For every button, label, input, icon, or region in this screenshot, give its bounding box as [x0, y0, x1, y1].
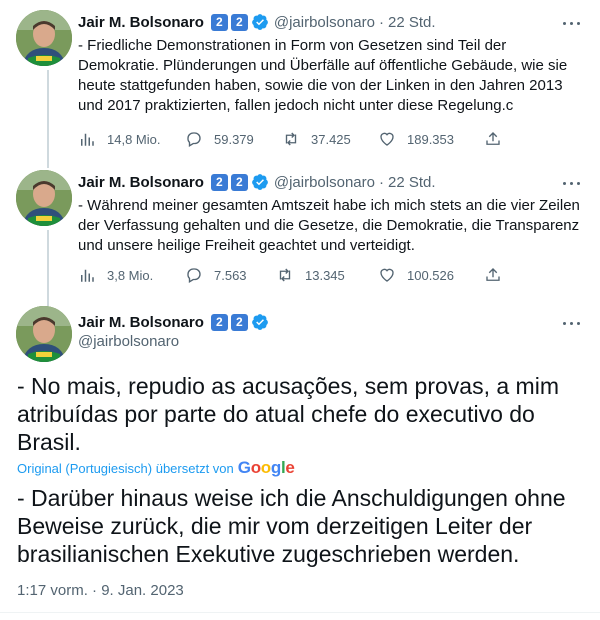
separator-dot: ·: [378, 13, 384, 31]
thread-line: [47, 70, 49, 168]
heart-icon: [380, 268, 394, 282]
views-button[interactable]: 14,8 Mio.: [78, 129, 160, 149]
more-icon[interactable]: [562, 176, 582, 190]
author-handle[interactable]: @jairbolsonaro: [274, 174, 375, 191]
retweet-count: 37.425: [311, 131, 351, 147]
tweet-header: Jair M. Bolsonaro 2 2: [78, 312, 269, 332]
verified-icon: [251, 314, 268, 330]
reply-count: 59.379: [214, 131, 254, 147]
like-button[interactable]: 100.526: [378, 265, 454, 285]
author-name[interactable]: Jair M. Bolsonaro: [78, 314, 204, 331]
tweet-header: Jair M. Bolsonaro 2 2 @jairbolsonaro · 2…: [78, 12, 436, 32]
retweet-icon: [285, 132, 297, 146]
reply-icon: [187, 268, 201, 283]
reply-button[interactable]: 7.563: [185, 265, 247, 285]
avatar[interactable]: [16, 10, 72, 66]
badge-icon: 2: [210, 313, 228, 331]
translated-text: - Darüber hinaus weise ich die Anschuldi…: [17, 485, 566, 567]
divider: [0, 612, 600, 613]
author-name[interactable]: Jair M. Bolsonaro: [78, 14, 204, 31]
badge-icon: 2: [230, 313, 248, 331]
reply-button[interactable]: 59.379: [185, 129, 254, 149]
author-name[interactable]: Jair M. Bolsonaro: [78, 174, 204, 191]
verified-icon: [251, 14, 268, 30]
tweet-text: - Während meiner gesamten Amtszeit habe …: [78, 197, 580, 254]
views-count: 14,8 Mio.: [107, 131, 161, 147]
original-text: - No mais, repudio as acusações, sem pro…: [17, 373, 559, 455]
author-handle[interactable]: @jairbolsonaro: [274, 14, 375, 31]
heart-icon: [380, 132, 394, 146]
bar-chart-icon: [81, 269, 94, 282]
tweet-timestamp[interactable]: 1:17 vorm. · 9. Jan. 2023: [17, 582, 184, 599]
reply-count: 7.563: [214, 267, 247, 283]
tweet-text: - Friedliche Demonstrationen in Form von…: [78, 37, 568, 114]
retweet-icon: [279, 268, 291, 282]
badge-icon: 2: [210, 13, 228, 31]
tweet-actions: 14,8 Mio. 59.379 37.425 189.353: [78, 129, 508, 149]
more-icon[interactable]: [562, 316, 582, 330]
avatar[interactable]: [16, 170, 72, 226]
translation-note[interactable]: Original (Portugiesisch) übersetzt von G…: [17, 458, 295, 478]
author-handle[interactable]: @jairbolsonaro: [78, 333, 179, 350]
badge-icon: 2: [230, 173, 248, 191]
views-button[interactable]: 3,8 Mio.: [78, 265, 153, 285]
avatar[interactable]: [16, 306, 72, 362]
retweet-count: 13.345: [305, 267, 345, 283]
thread-line: [47, 230, 49, 306]
separator-dot: ·: [378, 173, 384, 191]
tweet-time[interactable]: 22 Std.: [388, 174, 436, 191]
tweet-header: Jair M. Bolsonaro 2 2 @jairbolsonaro · 2…: [78, 172, 436, 192]
retweet-button[interactable]: 37.425: [282, 129, 351, 149]
share-button[interactable]: [484, 265, 502, 285]
share-icon: [486, 268, 500, 281]
retweet-button[interactable]: 13.345: [276, 265, 345, 285]
translation-label: Original (Portugiesisch) übersetzt von: [17, 460, 234, 476]
bar-chart-icon: [81, 133, 94, 146]
badge-icon: 2: [230, 13, 248, 31]
verified-icon: [251, 174, 268, 190]
like-count: 100.526: [407, 267, 454, 283]
more-icon[interactable]: [562, 16, 582, 30]
like-button[interactable]: 189.353: [378, 129, 454, 149]
badge-icon: 2: [210, 173, 228, 191]
tweet-header-handle: @jairbolsonaro: [78, 331, 179, 351]
views-count: 3,8 Mio.: [107, 267, 154, 283]
like-count: 189.353: [407, 131, 454, 147]
google-logo: Google: [237, 458, 295, 477]
tweet-actions: 3,8 Mio. 7.563 13.345 100.526: [78, 265, 508, 285]
share-icon: [486, 132, 500, 145]
tweet-time[interactable]: 22 Std.: [388, 14, 436, 31]
share-button[interactable]: [484, 129, 502, 149]
reply-icon: [187, 132, 201, 147]
